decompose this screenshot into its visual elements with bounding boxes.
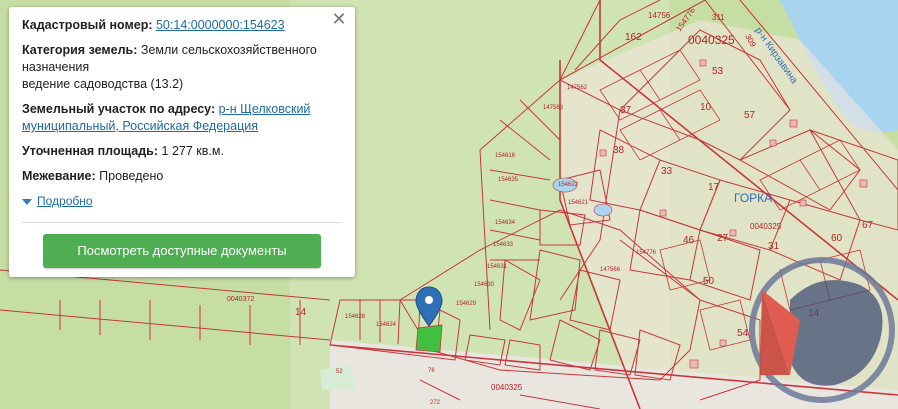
map-label: 76	[428, 368, 435, 374]
map-label: 52	[336, 369, 343, 375]
map-label: 60	[831, 233, 843, 244]
map-label: 147563	[543, 105, 564, 111]
map-label: 33	[661, 166, 673, 177]
area-row: Уточненная площадь: 1 277 кв.м.	[22, 143, 342, 160]
address-row: Земельный участок по адресу: р-н Щелковс…	[22, 101, 342, 135]
map-label: 154634	[495, 220, 516, 226]
map-label: 50	[703, 276, 715, 287]
view-documents-button[interactable]: Посмотреть доступные документы	[43, 234, 321, 268]
survey-value: Проведено	[99, 169, 164, 183]
locality-label: ГОРКА	[734, 191, 772, 205]
map-label: 154630	[474, 282, 495, 288]
map-label: 311	[712, 13, 725, 22]
map-label: 154633	[493, 242, 514, 248]
map-label: 154622	[558, 182, 579, 188]
map-label: 162	[625, 32, 642, 43]
details-toggle[interactable]: Подробно	[22, 193, 342, 210]
close-icon[interactable]: ✕	[331, 10, 347, 28]
selected-parcel[interactable]	[415, 324, 443, 353]
map-label: 154624	[376, 322, 397, 328]
area-value: 1 277 кв.м.	[161, 144, 224, 158]
land-category-row: Категория земель: Земли сельскохозяйстве…	[22, 42, 342, 93]
cadastral-number-link[interactable]: 50:14:0000000:154623	[156, 18, 285, 32]
map-label: 154621	[568, 200, 589, 206]
map-label: 154635	[498, 177, 519, 183]
divider	[22, 222, 342, 223]
survey-label: Межевание:	[22, 169, 96, 183]
map-label: 154616	[495, 153, 516, 159]
map-label: 17	[708, 182, 720, 193]
map-label: 10	[700, 102, 712, 113]
map-label: 154628	[345, 314, 366, 320]
map-label: 27	[717, 233, 729, 244]
map-label: 272	[430, 400, 441, 406]
map-label: 14756	[648, 11, 671, 20]
map-label: 0040325	[688, 33, 735, 47]
map-label: 147562	[567, 85, 588, 91]
area-label: Уточненная площадь:	[22, 144, 159, 158]
map-label: 0040325	[491, 383, 523, 392]
map-label: 154631	[487, 264, 508, 270]
map-label: 37	[620, 105, 632, 116]
details-link[interactable]: Подробно	[37, 193, 93, 210]
map-label: 38	[613, 145, 625, 156]
address-link-2[interactable]: муниципальный, Российская Федерация	[22, 119, 258, 133]
address-link[interactable]: р-н Щелковский	[219, 102, 311, 116]
map-label: 154776	[636, 250, 657, 256]
address-label: Земельный участок по адресу:	[22, 102, 216, 116]
map-label: 14	[295, 307, 307, 318]
map-label: 57	[744, 110, 756, 121]
map-label: 53	[712, 66, 724, 77]
triangle-down-icon	[22, 198, 32, 205]
map-label: 31	[768, 241, 780, 252]
cadastral-number-label: Кадастровый номер:	[22, 18, 153, 32]
land-category-value: Земли сельскохозяйственного	[140, 43, 317, 57]
cadastral-number-row: Кадастровый номер: 50:14:0000000:154623	[22, 17, 342, 34]
land-use-value: ведение садоводства (13.2)	[22, 77, 184, 91]
parcel-info-popup: ✕ Кадастровый номер: 50:14:0000000:15462…	[9, 7, 355, 277]
map-label: 154629	[456, 301, 477, 307]
land-category-value-2: назначения	[22, 60, 90, 74]
map-label: 54	[737, 328, 749, 339]
map-label: 147566	[600, 267, 621, 273]
map-label: 0040325	[750, 222, 782, 231]
map-label: 67	[862, 220, 874, 231]
map-label: 0040372	[227, 296, 254, 303]
survey-row: Межевание: Проведено	[22, 168, 342, 185]
land-category-label: Категория земель:	[22, 43, 138, 57]
map-label: 46	[683, 235, 695, 246]
